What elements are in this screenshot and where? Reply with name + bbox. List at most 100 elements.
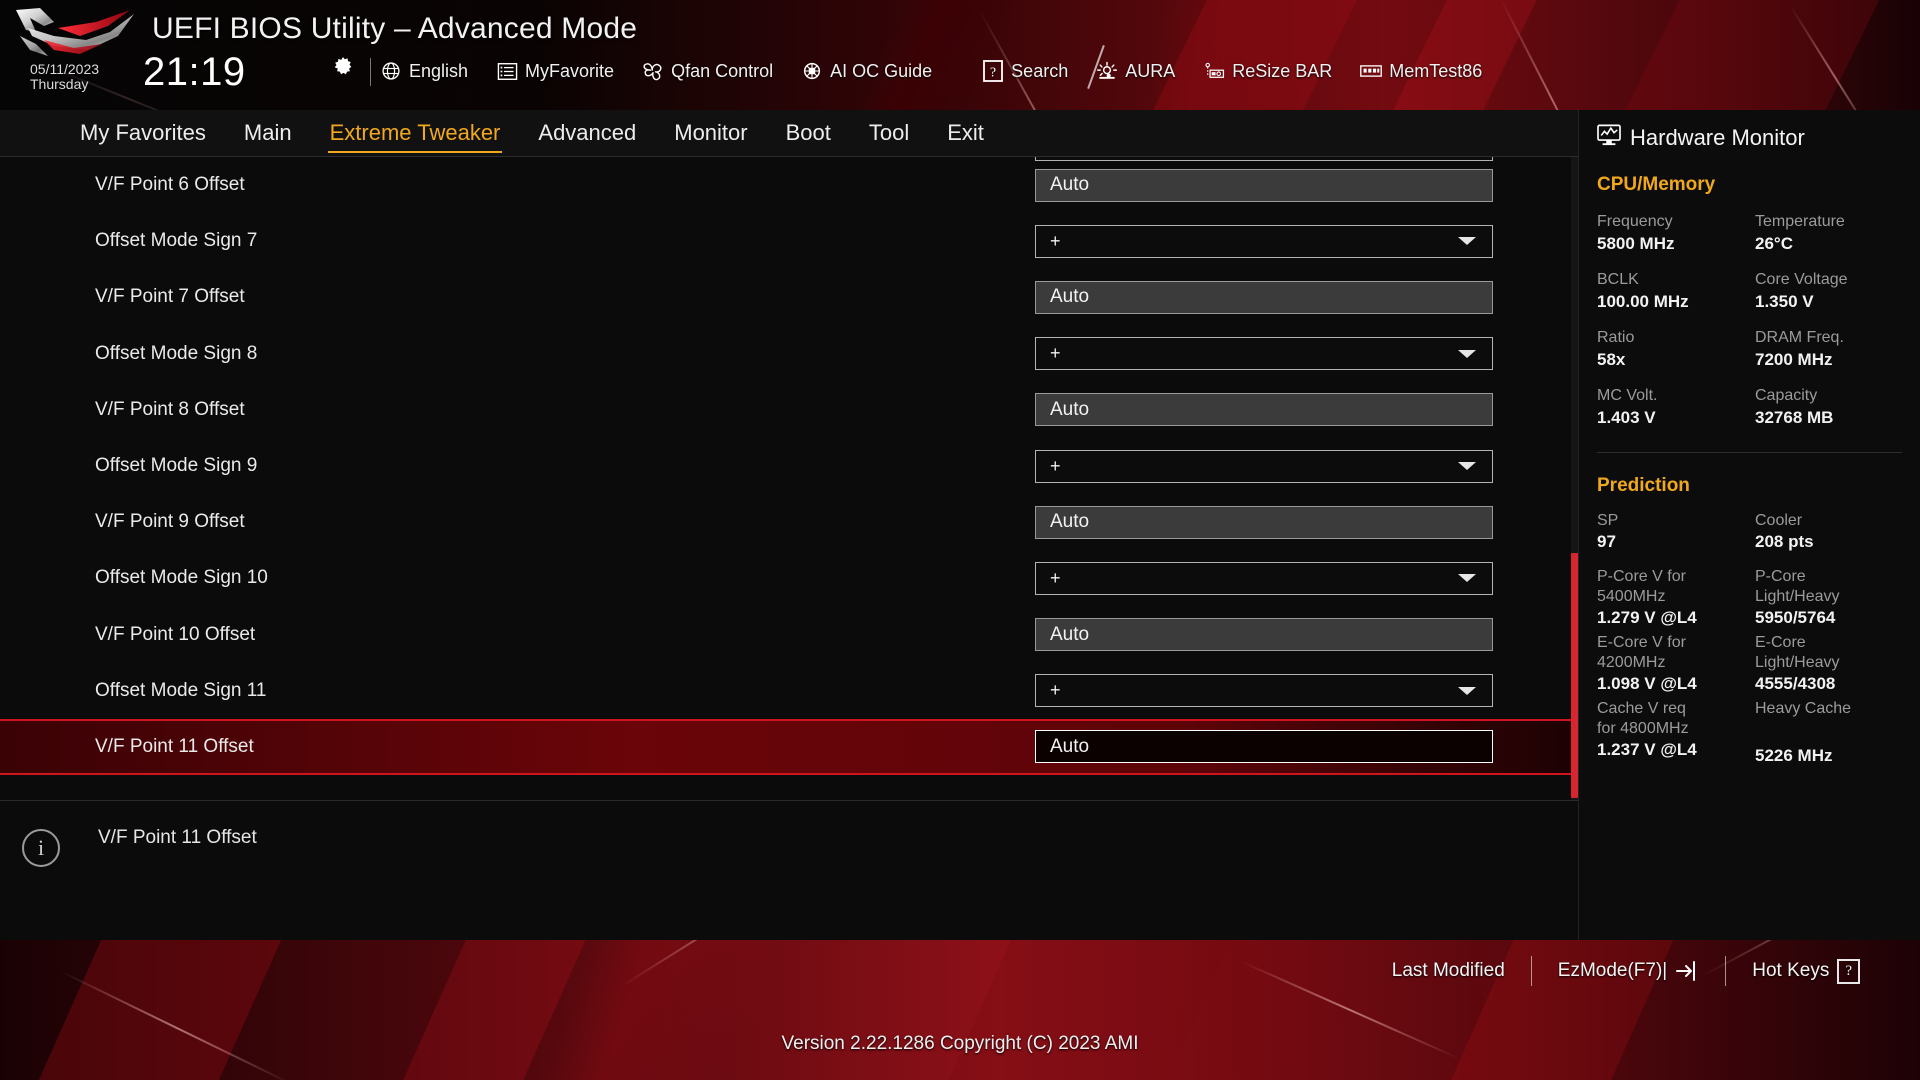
toolbar-item-memtest86[interactable]: MemTest86: [1360, 60, 1496, 82]
toolbar-item-qfan-control[interactable]: Qfan Control: [642, 60, 787, 82]
section-prediction: Prediction: [1597, 475, 1690, 496]
settings-rows: V/F Point 6 Offset Auto Offset Mode Sign…: [0, 157, 1578, 776]
toolbar-item-ai-oc-guide[interactable]: AI OC Guide: [801, 60, 946, 82]
setting-label: V/F Point 7 Offset: [95, 286, 245, 308]
toolbar-item-aura[interactable]: AURA: [1096, 60, 1189, 82]
last-modified-button[interactable]: Last Modified: [1366, 960, 1531, 982]
help-text: V/F Point 11 Offset: [98, 827, 257, 848]
toolbar-item-resize-bar[interactable]: ReSize BAR: [1203, 60, 1346, 82]
prediction-key-ecore-lh: E-Core Light/Heavy: [1755, 629, 1920, 673]
prediction-value: 1.098 V @L4: [1597, 674, 1697, 693]
chevron-down-icon: [1458, 237, 1476, 246]
prediction-key-pcore-lh: P-Core Light/Heavy: [1755, 553, 1920, 607]
table-row-selected[interactable]: V/F Point 11 Offset Auto: [0, 718, 1578, 776]
setting-value-field-focused[interactable]: Auto: [1035, 730, 1493, 764]
table-row[interactable]: V/F Point 8 Offset Auto: [0, 382, 1578, 438]
chevron-down-icon: [1458, 349, 1476, 358]
setting-label: V/F Point 11 Offset: [95, 735, 254, 757]
question-icon: ?: [1837, 958, 1860, 984]
version-text: Version 2.22.1286 Copyright (C) 2023 AMI: [781, 1033, 1139, 1054]
chevron-down-icon: [1458, 686, 1476, 695]
prediction-key-text: P-Core V for: [1597, 568, 1686, 585]
toolbar-label: AI OC Guide: [830, 60, 933, 81]
hwm-key: DRAM Freq.: [1755, 329, 1844, 346]
prediction-key-text: E-Core V for: [1597, 634, 1686, 651]
table-row[interactable]: Offset Mode Sign 7 +: [0, 213, 1578, 269]
setting-select-field[interactable]: +: [1035, 449, 1493, 483]
select-value: +: [1050, 230, 1061, 251]
setting-select-field[interactable]: +: [1035, 561, 1493, 595]
table-row[interactable]: V/F Point 9 Offset Auto: [0, 494, 1578, 550]
toolbar-item-english[interactable]: English: [380, 60, 482, 82]
setting-label: V/F Point 6 Offset: [95, 174, 245, 196]
hwm-key: MC Volt.: [1597, 387, 1658, 404]
toolbar-item-myfavorite[interactable]: MyFavorite: [496, 60, 628, 82]
nav-tab-boot[interactable]: Boot: [786, 116, 831, 150]
scrollbar-track[interactable]: [1571, 157, 1578, 800]
banner-divider: [370, 58, 371, 86]
nav-tab-monitor[interactable]: Monitor: [674, 116, 747, 150]
hwm-value: 5800 MHz: [1597, 234, 1675, 253]
nav-tab-main[interactable]: Main: [244, 116, 292, 150]
select-value: +: [1050, 455, 1061, 476]
prediction-value: 97: [1597, 532, 1616, 551]
table-row[interactable]: V/F Point 10 Offset Auto: [0, 607, 1578, 663]
globe-icon: [380, 60, 402, 82]
setting-label: V/F Point 10 Offset: [95, 623, 256, 645]
nav-tab-tool[interactable]: Tool: [869, 116, 909, 150]
rog-logo: [16, 8, 134, 56]
hwm-key: Core Voltage: [1755, 271, 1848, 288]
settings-list: V/F Point 6 Offset Auto Offset Mode Sign…: [0, 157, 1578, 800]
cpu-memory-grid: Frequency Temperature 5800 MHz 26°C BCLK…: [1579, 196, 1920, 428]
top-toolbar: English MyFavorite Qfan Control AI OC Gu…: [380, 60, 1510, 82]
hardware-monitor-title-row: Hardware Monitor: [1579, 124, 1920, 152]
setting-value-field[interactable]: Auto: [1035, 393, 1493, 427]
prediction-value: 208 pts: [1755, 532, 1814, 551]
setting-select-field[interactable]: +: [1035, 224, 1493, 258]
nav-tab-extreme-tweaker[interactable]: Extreme Tweaker: [327, 116, 503, 153]
info-icon: i: [22, 829, 60, 867]
nav-tab-advanced[interactable]: Advanced: [538, 116, 636, 150]
table-row[interactable]: V/F Point 6 Offset Auto: [0, 157, 1578, 213]
hwm-key: Temperature: [1755, 213, 1845, 230]
table-row[interactable]: V/F Point 7 Offset Auto: [0, 269, 1578, 325]
prediction-key-text: Cache V req: [1597, 700, 1686, 717]
clock-display: 21:19: [143, 50, 246, 94]
prediction-value: 1.237 V @L4: [1597, 740, 1697, 759]
prediction-key: Cooler: [1755, 512, 1803, 529]
ezmode-button[interactable]: EzMode(F7)|: [1532, 960, 1725, 982]
gear-icon[interactable]: [332, 56, 354, 78]
prediction-key-cache: Cache V req for 4800MHz: [1597, 695, 1755, 739]
hwm-key: BCLK: [1597, 271, 1639, 288]
prediction-key-ecore-v: E-Core V for 4200MHz: [1597, 629, 1755, 673]
hwm-value: 26°C: [1755, 234, 1793, 253]
toolbar-item-search[interactable]: ? Search: [982, 60, 1082, 82]
table-row[interactable]: Offset Mode Sign 11 +: [0, 663, 1578, 719]
hot-keys-button[interactable]: Hot Keys ?: [1726, 958, 1886, 984]
hot-keys-label: Hot Keys: [1752, 960, 1830, 981]
setting-value-field[interactable]: Auto: [1035, 505, 1493, 539]
nav-tab-exit[interactable]: Exit: [947, 116, 984, 150]
prediction-key-text: P-Core: [1755, 568, 1806, 585]
question-icon: ?: [982, 60, 1004, 82]
table-row[interactable]: Offset Mode Sign 10 +: [0, 550, 1578, 606]
setting-value-field[interactable]: Auto: [1035, 168, 1493, 202]
prediction-key-freq: 5400MHz: [1597, 588, 1666, 605]
setting-value-field[interactable]: Auto: [1035, 280, 1493, 314]
enter-arrow-icon: [1675, 960, 1699, 982]
hardware-monitor-title: Hardware Monitor: [1630, 125, 1805, 150]
prediction-key-heavy-cache: Heavy Cache: [1755, 700, 1852, 717]
date-value: 05/11/2023: [30, 61, 100, 77]
nav-tab-my-favorites[interactable]: My Favorites: [80, 116, 206, 150]
setting-label: Offset Mode Sign 7: [95, 230, 258, 252]
prediction-value: 4555/4308: [1755, 674, 1836, 693]
setting-select-field[interactable]: +: [1035, 674, 1493, 708]
toolbar-label: Search: [1011, 60, 1069, 81]
setting-value-field[interactable]: Auto: [1035, 618, 1493, 652]
scrollbar-thumb[interactable]: [1571, 553, 1578, 798]
prediction-value: 5950/5764: [1755, 608, 1836, 627]
table-row[interactable]: Offset Mode Sign 9 +: [0, 438, 1578, 494]
setting-select-field[interactable]: +: [1035, 337, 1493, 371]
prediction-key-text2: for: [1597, 720, 1616, 737]
table-row[interactable]: Offset Mode Sign 8 +: [0, 326, 1578, 382]
